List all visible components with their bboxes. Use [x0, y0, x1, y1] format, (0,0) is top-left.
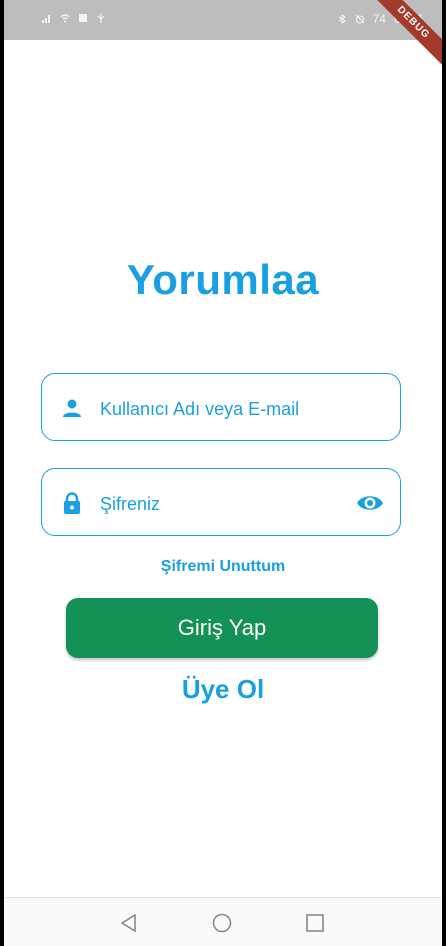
password-field[interactable]: [41, 468, 401, 536]
app-screen: 74 01:01 DEBUG Yorumlaa Şifremi Unuttum …: [4, 0, 442, 946]
alarm-off-icon: [355, 14, 364, 24]
app-title: Yorumlaa: [126, 256, 320, 303]
eye-icon[interactable]: [356, 491, 384, 515]
wifi-icon: [60, 14, 70, 23]
login-button[interactable]: Giriş Yap: [66, 598, 378, 658]
password-input[interactable]: [98, 487, 352, 521]
lock-icon: [64, 492, 80, 514]
status-icons-left: [42, 13, 106, 23]
status-bar: 74 01:01 DEBUG: [4, 0, 442, 69]
register-link[interactable]: Üye Ol: [4, 674, 442, 705]
navigation-bar: [4, 897, 442, 946]
debug-banner: DEBUG: [367, 0, 442, 69]
battery-level: 74: [372, 12, 386, 26]
home-icon[interactable]: [211, 912, 233, 934]
username-input[interactable]: [98, 392, 352, 426]
image-icon: [79, 14, 87, 22]
signal-icon: [42, 15, 50, 23]
bluetooth-icon: [338, 14, 346, 24]
forgot-password-link[interactable]: Şifremi Unuttum: [4, 558, 442, 576]
usb-icon: [97, 13, 105, 23]
person-icon: [63, 399, 81, 417]
recents-icon[interactable]: [304, 912, 326, 934]
username-field[interactable]: [41, 373, 401, 441]
back-icon[interactable]: [118, 912, 140, 934]
